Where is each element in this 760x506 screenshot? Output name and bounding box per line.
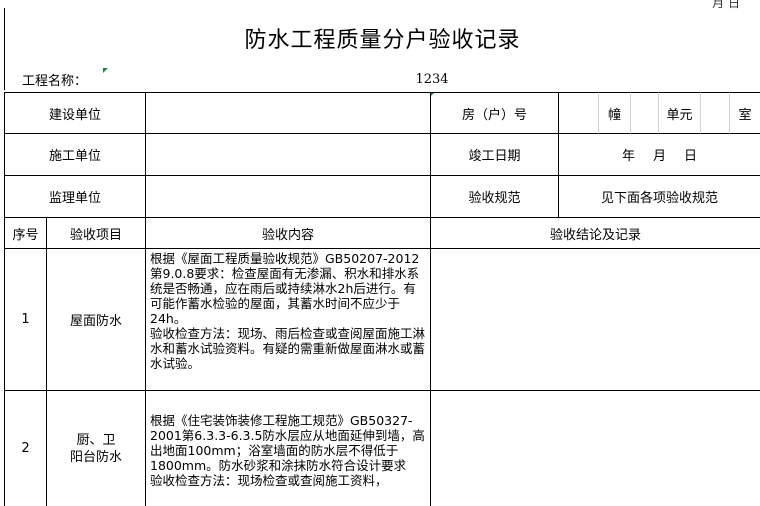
contractor-label: 施工单位 <box>4 134 146 176</box>
completion-date-label: 竣工日期 <box>431 134 559 176</box>
acceptance-record-sheet: 月 日 防水工程质量分户验收记录 工程名称： 1234 建设单位 房（户）号 幢… <box>0 0 760 506</box>
building-value[interactable] <box>559 92 599 134</box>
month-label: 月 <box>652 149 666 164</box>
day-label: 日 <box>684 149 698 164</box>
item-no: 1 <box>4 249 47 391</box>
header-no: 序号 <box>4 218 47 249</box>
item-name: 屋面防水 <box>47 249 146 391</box>
supervisor-value[interactable] <box>146 176 431 218</box>
supervisor-label: 监理单位 <box>4 176 146 218</box>
contractor-value[interactable] <box>146 134 431 176</box>
header-content: 验收内容 <box>146 218 431 249</box>
header-item: 验收项目 <box>47 218 146 249</box>
completion-date-value[interactable]: 年 月 日 <box>559 134 760 176</box>
page-title: 防水工程质量分户验收记录 <box>4 8 760 68</box>
project-name-label: 工程名称： <box>4 68 104 90</box>
item-content: 根据《屋面工程质量验收规范》GB50207-2012第9.0.8要求：检查屋面有… <box>146 249 431 391</box>
year-label: 年 <box>621 149 635 164</box>
construction-unit-label: 建设单位 <box>4 92 146 134</box>
item-no: 2 <box>4 391 47 506</box>
item-conclusion[interactable] <box>431 249 760 391</box>
construction-unit-value[interactable] <box>146 92 431 134</box>
project-name-value[interactable]: 1234 <box>104 68 760 90</box>
item-content: 根据《住宅装饰装修工程施工规范》GB50327-2001第6.3.3-6.3.5… <box>146 391 431 506</box>
unit-value[interactable] <box>631 92 659 134</box>
item-name: 厨、卫 阳台防水 <box>47 391 146 506</box>
spec-label: 验收规范 <box>431 176 559 218</box>
unit-label: 单元 <box>659 92 701 134</box>
room-no-label: 房（户）号 <box>431 92 559 134</box>
header-conclusion: 验收结论及记录 <box>431 218 760 249</box>
room-label: 室 <box>730 92 760 134</box>
item-conclusion[interactable] <box>431 391 760 506</box>
building-label: 幢 <box>599 92 631 134</box>
spec-value: 见下面各项验收规范 <box>559 176 760 218</box>
room-value[interactable] <box>701 92 730 134</box>
